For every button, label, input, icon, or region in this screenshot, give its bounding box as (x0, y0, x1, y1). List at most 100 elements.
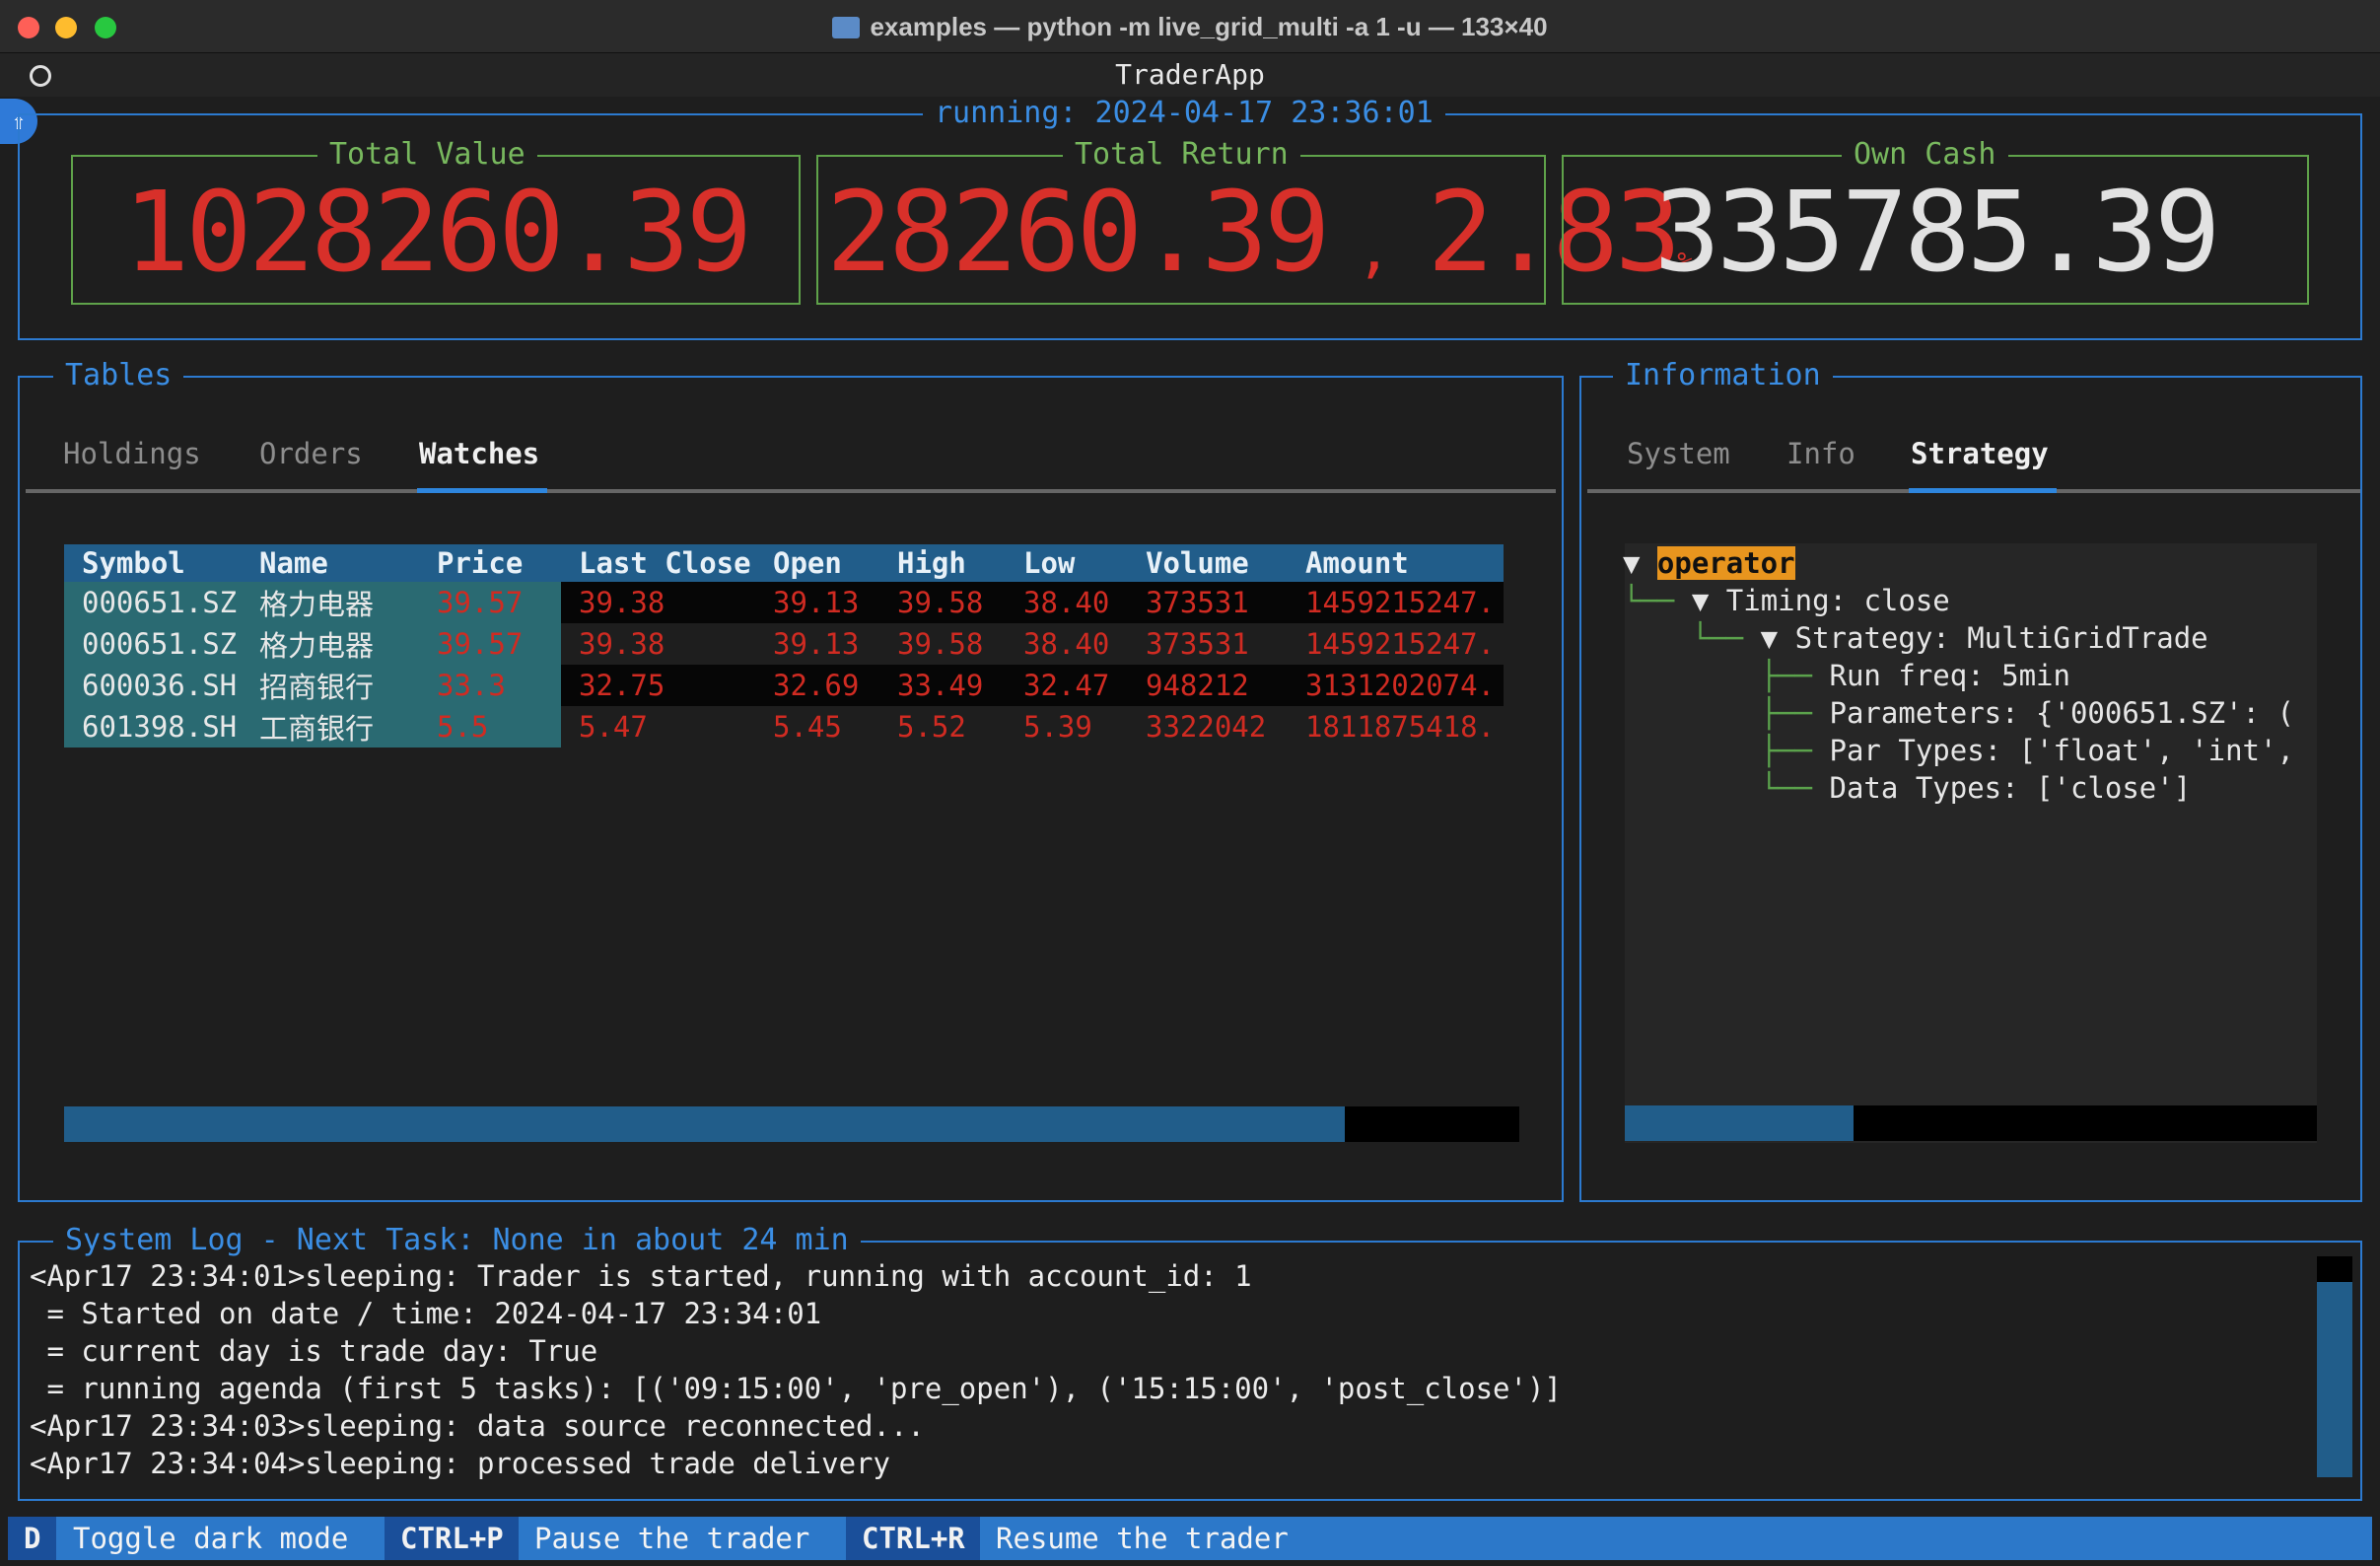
col-header[interactable]: Volume (1146, 544, 1305, 582)
tree-leaf[interactable]: ├── Parameters: {'000651.SZ': ( (1623, 694, 2317, 732)
cell-last-close: 5.47 (579, 710, 648, 744)
tree-guide: ├── (1623, 659, 1830, 692)
tree-leaf[interactable]: └── Data Types: ['close'] (1623, 769, 2192, 807)
tree-leaf[interactable]: ├── Run freq: 5min (1623, 657, 2070, 694)
log-line: <Apr17 23:34:03>sleeping: data source re… (30, 1409, 925, 1443)
cell-last-close: 32.75 (561, 665, 773, 706)
cell-low: 32.47 (1023, 665, 1146, 706)
info-hscroll-thumb[interactable] (1625, 1105, 1854, 1141)
table-row[interactable]: 000651.SZ 格力电器 39.57 39.38 39.13 39.58 3… (64, 582, 1504, 623)
own-cash-label: Own Cash (1842, 140, 2008, 170)
total-value: 1028260.39 (122, 169, 752, 297)
cell-price: 39.57 (437, 582, 561, 623)
cell-volume: 373531 (1146, 627, 1249, 661)
tables-hscroll-track[interactable] (64, 1106, 1519, 1142)
cell-low: 38.40 (1023, 627, 1110, 661)
cell-low: 5.39 (1023, 710, 1092, 744)
watches-table[interactable]: Symbol Name Price Last Close Open High L… (64, 544, 1504, 747)
cell-name: 工商银行 (259, 706, 437, 747)
cell-last-close: 39.38 (561, 582, 773, 623)
total-value-card: Total Value 1028260.39 (71, 140, 801, 305)
total-return-value: 28260.39 (826, 169, 1330, 297)
cell-high: 39.58 (897, 582, 1023, 623)
cell-amount: 1459215247. (1305, 627, 1496, 661)
tree-node-strategy[interactable]: └── ▼ Strategy: MultiGridTrade (1623, 619, 2208, 657)
cell-symbol: 000651.SZ (64, 582, 259, 623)
tab-holdings[interactable]: Holdings (63, 437, 201, 470)
table-row[interactable]: 600036.SH 招商银行 33.3 32.75 32.69 33.49 32… (64, 665, 1504, 706)
cell-open: 32.69 (773, 665, 897, 706)
window-title-text: examples — python -m live_grid_multi -a … (870, 12, 1548, 41)
cell-amount: 3131202074. (1305, 665, 1504, 706)
log-line: = current day is trade day: True (30, 1334, 598, 1368)
expand-arrow-icon[interactable]: ▼ (1623, 546, 1657, 580)
own-cash-card: Own Cash 335785.39 (1562, 140, 2309, 305)
tables-panel: Tables Holdings Orders Watches Symbol Na… (18, 361, 1564, 1202)
table-row[interactable]: 000651.SZ 格力电器 39.57 39.38 39.13 39.58 3… (64, 623, 1504, 665)
tree-label: Parameters: {'000651.SZ': ( (1829, 696, 2294, 730)
log-vscroll-track[interactable] (2317, 1256, 2352, 1477)
total-return-separator: , (1356, 216, 1391, 285)
dark-mode-label[interactable]: Toggle dark mode (57, 1517, 365, 1560)
cell-low: 38.40 (1023, 582, 1146, 623)
cell-open: 39.13 (773, 582, 897, 623)
total-return-label: Total Return (1063, 140, 1300, 170)
col-header[interactable]: Last Close (561, 544, 773, 582)
dark-mode-key[interactable]: D (8, 1517, 57, 1560)
active-tab-indicator (1909, 488, 2057, 493)
col-header[interactable]: High (897, 544, 1023, 582)
tree-leaf[interactable]: ├── Par Types: ['float', 'int', (1623, 732, 2317, 769)
col-header[interactable]: Amount (1305, 544, 1504, 582)
tab-strategy[interactable]: Strategy (1911, 437, 2049, 470)
folder-icon (832, 17, 861, 38)
col-header[interactable]: Price (437, 544, 561, 582)
cell-last-close: 39.38 (579, 627, 665, 661)
pause-key[interactable]: CTRL+P (385, 1517, 520, 1560)
footer-bar: D Toggle dark mode CTRL+P Pause the trad… (8, 1517, 2372, 1560)
tree-guide: └── (1623, 584, 1675, 617)
col-header[interactable]: Symbol (64, 544, 259, 582)
tree-guide: └── (1623, 771, 1830, 805)
log-line: <Apr17 23:34:01>sleeping: Trader is star… (30, 1259, 1252, 1293)
tab-info[interactable]: Info (1786, 437, 1855, 470)
cell-open: 39.13 (773, 627, 860, 661)
cell-volume: 373531 (1146, 582, 1305, 623)
total-return-card: Total Return 28260.39, 2.83% (816, 140, 1693, 305)
cell-high: 39.58 (897, 627, 984, 661)
tree-node-timing[interactable]: └── ▼ Timing: close (1623, 582, 1950, 619)
log-line: = running agenda (first 5 tasks): [('09:… (30, 1372, 1562, 1405)
cell-volume: 948212 (1146, 665, 1305, 706)
col-header[interactable]: Low (1023, 544, 1146, 582)
log-line: <Apr17 23:34:04>sleeping: processed trad… (30, 1447, 890, 1480)
tree-node-operator[interactable]: ▼ operator (1623, 544, 1795, 582)
pause-label[interactable]: Pause the trader (519, 1517, 826, 1560)
cell-symbol: 600036.SH (64, 665, 259, 706)
tree-label: Par Types: ['float', 'int', (1829, 734, 2294, 767)
table-header-row: Symbol Name Price Last Close Open High L… (64, 544, 1504, 582)
log-line: = Started on date / time: 2024-04-17 23:… (30, 1297, 822, 1330)
cell-name: 格力电器 (259, 582, 437, 623)
tree-label: Data Types: ['close'] (1829, 771, 2192, 805)
tables-hscroll-thumb[interactable] (64, 1106, 1345, 1142)
tree-root-label: operator (1656, 546, 1795, 580)
tree-guide: └── (1623, 621, 1744, 655)
cell-open: 5.45 (773, 710, 842, 744)
cell-amount: 1811875418. (1305, 710, 1496, 744)
information-title: Information (1613, 361, 1833, 391)
info-hscroll-track[interactable] (1625, 1105, 2317, 1141)
tree-label: Timing: close (1725, 584, 1950, 617)
expand-arrow-icon[interactable]: ▼ (1743, 621, 1794, 655)
resume-label[interactable]: Resume the trader (980, 1517, 1304, 1560)
cell-high: 33.49 (897, 665, 1023, 706)
resume-key[interactable]: CTRL+R (846, 1517, 981, 1560)
table-row[interactable]: 601398.SH 工商银行 5.5 5.47 5.45 5.52 5.39 3… (64, 706, 1504, 747)
tab-underline (26, 489, 1556, 493)
tab-system[interactable]: System (1627, 437, 1730, 470)
expand-arrow-icon[interactable]: ▼ (1674, 584, 1725, 617)
col-header[interactable]: Open (773, 544, 897, 582)
col-header[interactable]: Name (259, 544, 437, 582)
tab-orders[interactable]: Orders (259, 437, 363, 470)
tab-watches[interactable]: Watches (419, 437, 539, 470)
status-text: running: 2024-04-17 23:36:01 (923, 99, 1445, 128)
log-vscroll-thumb[interactable] (2317, 1282, 2352, 1477)
